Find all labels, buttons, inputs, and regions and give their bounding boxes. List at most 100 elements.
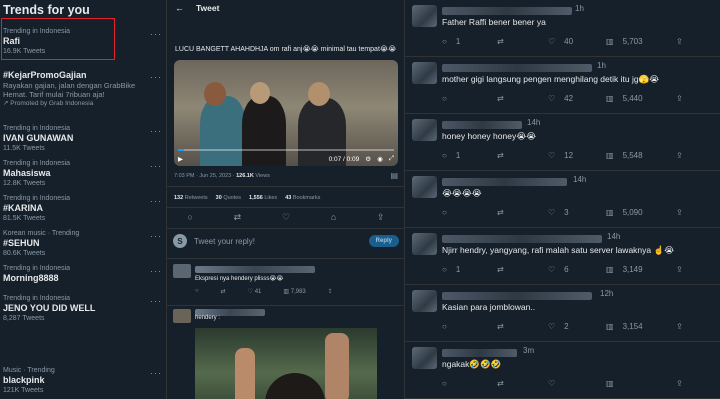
reply-actions: ○ ⇄ ♡ 41 ▥ 7,983 ⇪ — [195, 288, 333, 295]
trends-panel: Trends for you Trending in Indonesia Raf… — [0, 0, 166, 399]
share-icon: ⇪ — [676, 208, 683, 217]
share-icon: ⇪ — [676, 322, 683, 331]
reply-text: Ekspresi nya hendery plisss😭😭 — [195, 276, 284, 282]
trend-item-mahasiswa[interactable]: Trending in Indonesia Mahasiswa 12.8K Tw… — [0, 159, 166, 199]
more-options-icon[interactable]: ··· — [150, 296, 162, 306]
fullscreen-icon[interactable]: ⤢ — [389, 155, 394, 163]
blurred-username — [442, 178, 567, 186]
retweet-icon: ⇄ — [497, 379, 504, 388]
back-arrow-icon[interactable]: ← — [175, 3, 184, 13]
reply-input[interactable]: Tweet your reply! — [194, 237, 369, 246]
like-icon: ♡ — [548, 151, 556, 160]
play-icon[interactable]: ▶ — [178, 155, 183, 163]
avatar — [173, 264, 191, 278]
video-person-head — [204, 82, 226, 106]
reply-item[interactable]: hendery : — [173, 309, 399, 329]
trend-item-sehun[interactable]: Korean music · Trending #SEHUN 80.6K Twe… — [0, 229, 166, 269]
tweet-stats: 132 Retweets 30 Quotes 1,556 Likes 43 Bo… — [174, 195, 321, 201]
comment-actions: ○ ⇄ ♡ ▥ ⇪ — [442, 379, 712, 389]
reply-icon: ○ — [442, 265, 447, 274]
trend-item-ivan-gunawan[interactable]: Trending in Indonesia IVAN GUNAWAN 11.5K… — [0, 124, 166, 164]
volume-icon[interactable]: ◉ — [377, 155, 383, 163]
video-time: 0:07 / 0:09 — [328, 155, 360, 163]
avatar — [173, 309, 191, 323]
retweet-icon: ⇄ — [497, 265, 504, 274]
comment-actions: ○ 1 ⇄ ♡ 6 ▥ 3,149 ⇪ — [442, 265, 683, 274]
promoted-trend[interactable]: #KejarPromoGajian Rayakan gajian, jalan … — [0, 70, 166, 116]
retweet-icon: ⇄ — [497, 37, 504, 46]
reply-item[interactable]: Ekspresi nya hendery plisss😭😭 ○ ⇄ ♡ 41 ▥… — [173, 264, 399, 304]
like-icon: ♡ — [548, 265, 556, 274]
comment-item[interactable]: 1h Father Raffi bener bener ya ○ 1 ⇄ ♡ 40 … — [405, 0, 720, 57]
comment-item[interactable]: 14h 😭😭😭😭 ○ ⇄ ♡ 3 ▥ 5,090 ⇪ — [405, 171, 720, 228]
views-icon: ▥ — [606, 265, 614, 274]
retweet-icon: ⇄ — [497, 208, 504, 217]
like-icon: ♡ — [548, 208, 556, 217]
page-title: Tweet — [196, 2, 220, 13]
trend-item-jeno[interactable]: Trending in Indonesia JENO YOU DID WELL … — [0, 294, 166, 334]
video-person-head — [250, 82, 270, 104]
share-icon: ⇪ — [676, 379, 683, 388]
comment-item[interactable]: 14h Njirr hendry, yangyang, rafi malah s… — [405, 228, 720, 285]
more-options-icon[interactable]: ··· — [150, 29, 162, 39]
like-icon: ♡ — [548, 94, 556, 103]
like-icon: ♡ — [548, 37, 556, 46]
more-options-icon[interactable]: ··· — [150, 126, 162, 136]
avatar — [412, 233, 437, 255]
more-options-icon[interactable]: ··· — [150, 161, 162, 171]
reply-icon: ○ — [442, 379, 447, 388]
video-player[interactable]: ▶ 0:07 / 0:09 ⚙ ◉ ⤢ — [174, 60, 398, 166]
share-icon[interactable]: ⇪ — [377, 212, 385, 222]
like-icon[interactable]: ♡ — [282, 212, 290, 222]
tweet-panel: ← Tweet LUCU BANGETT AHAHDHJA om rafi an… — [166, 0, 404, 399]
views-icon: ▥ — [606, 37, 614, 46]
reply-icon[interactable]: ○ — [195, 288, 199, 295]
reply-button[interactable]: Reply — [368, 235, 399, 247]
avatar — [412, 176, 437, 198]
comment-item[interactable]: 3m ngakak🤣🤣🤣 ○ ⇄ ♡ ▥ ⇪ — [405, 342, 720, 399]
comment-item[interactable]: 1h mother gigi langsung pengen menghilan… — [405, 57, 720, 114]
retweet-icon: ⇄ — [497, 94, 504, 103]
trend-item-blackpink[interactable]: Music · Trending blackpink 121K Tweets ·… — [0, 366, 166, 399]
avatar — [412, 290, 437, 312]
analytics-icon[interactable]: ▤ — [390, 171, 398, 180]
retweet-icon[interactable]: ⇄ — [234, 212, 242, 222]
share-icon[interactable]: ⇪ — [328, 288, 333, 295]
trend-item-rafi[interactable]: Trending in Indonesia Rafi 16.9K Tweets … — [0, 27, 166, 67]
tweet-actions: ○ ⇄ ♡ ⌂ ⇪ — [167, 212, 404, 222]
views-icon: ▥ — [283, 289, 290, 295]
views-icon: ▥ — [606, 322, 614, 331]
reply-icon: ○ — [442, 37, 447, 46]
reply-icon[interactable]: ○ — [187, 212, 192, 222]
comments-panel: 1h Father Raffi bener bener ya ○ 1 ⇄ ♡ 40 … — [404, 0, 720, 399]
blurred-username — [442, 121, 522, 129]
trend-item-karina[interactable]: Trending in Indonesia #KARINA 81.5K Twee… — [0, 194, 166, 234]
settings-icon[interactable]: ⚙ — [365, 155, 371, 163]
retweet-icon[interactable]: ⇄ — [221, 288, 226, 295]
blurred-username — [442, 7, 572, 15]
reply-image[interactable] — [195, 328, 377, 399]
video-controls: ▶ 0:07 / 0:09 ⚙ ◉ ⤢ — [174, 152, 398, 166]
comment-actions: ○ ⇄ ♡ 42 ▥ 5,440 ⇪ — [442, 94, 683, 103]
views-icon: ▥ — [606, 379, 614, 388]
reply-composer: S Tweet your reply! Reply — [173, 232, 399, 250]
reply-icon: ○ — [442, 94, 447, 103]
comment-actions: ○ 1 ⇄ ♡ 40 ▥ 5,703 ⇪ — [442, 37, 683, 46]
bookmark-icon[interactable]: ⌂ — [331, 212, 336, 222]
share-icon: ⇪ — [676, 94, 683, 103]
more-options-icon[interactable]: ··· — [150, 231, 162, 241]
more-options-icon[interactable]: ··· — [150, 72, 162, 82]
blurred-username — [442, 64, 592, 72]
like-icon: ♡ — [247, 289, 254, 295]
video-progress-bar[interactable] — [178, 149, 394, 151]
avatar — [412, 347, 437, 369]
reply-icon: ○ — [442, 151, 447, 160]
more-options-icon[interactable]: ··· — [150, 368, 162, 378]
retweet-icon: ⇄ — [497, 322, 504, 331]
comment-item[interactable]: 12h Kasian para jomblowan.. ○ ⇄ ♡ 2 ▥ 3,15… — [405, 285, 720, 342]
more-options-icon[interactable]: ··· — [150, 266, 162, 276]
comment-item[interactable]: 14h honey honey honey😭😭 ○ 1 ⇄ ♡ 12 ▥ 5,548 … — [405, 114, 720, 171]
more-options-icon[interactable]: ··· — [150, 196, 162, 206]
views-icon: ▥ — [606, 208, 614, 217]
trends-title: Trends for you — [3, 3, 90, 17]
